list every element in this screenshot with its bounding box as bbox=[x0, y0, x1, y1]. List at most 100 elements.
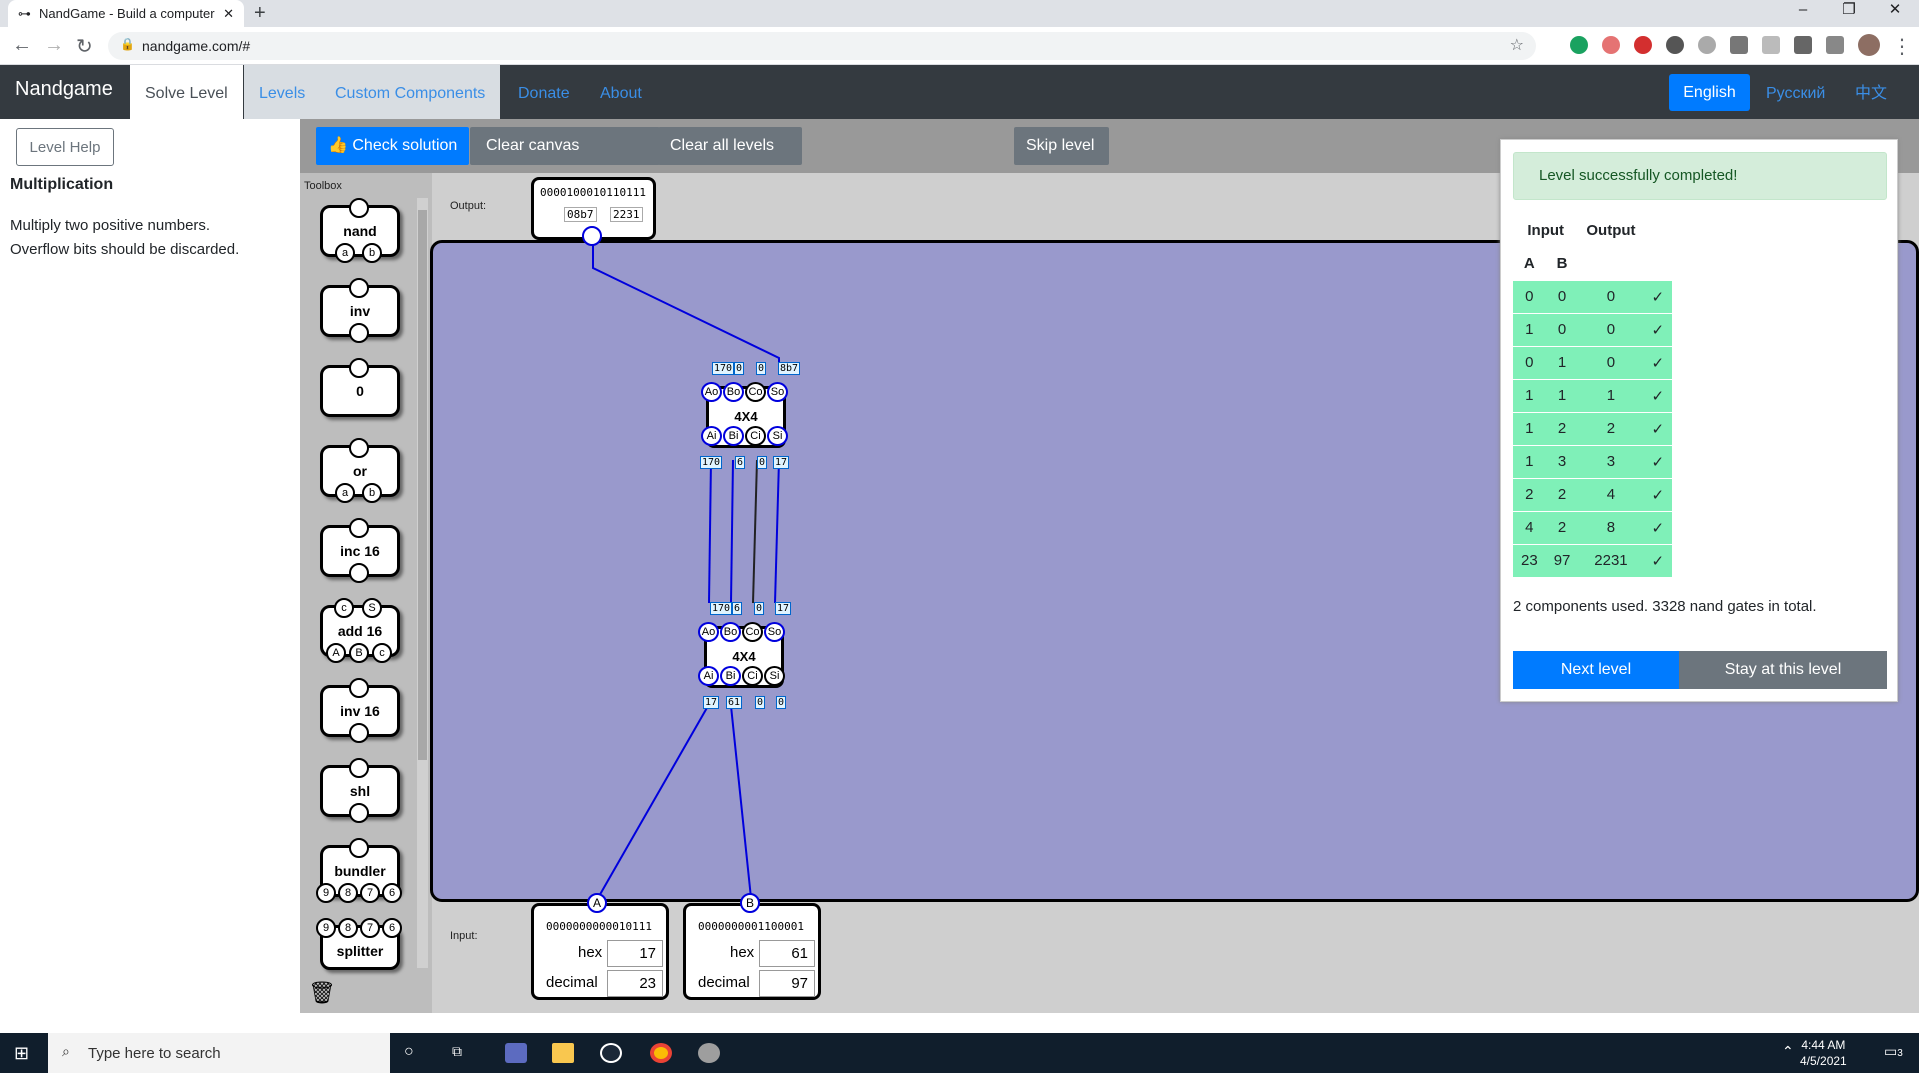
wire-b bbox=[730, 705, 752, 899]
check-icon: ✓ bbox=[1643, 378, 1673, 412]
next-level-button[interactable]: Next level bbox=[1513, 651, 1679, 689]
col-b-header: B bbox=[1556, 254, 1568, 272]
table-row: 0 0 0 ✓ bbox=[1513, 279, 1673, 313]
cell-output: 0 bbox=[1578, 279, 1644, 313]
table-row: 2 2 4 ✓ bbox=[1513, 477, 1673, 511]
cell-b: 2 bbox=[1545, 477, 1579, 511]
pin-co[interactable]: Co bbox=[745, 382, 766, 402]
decimal-label: decimal bbox=[698, 974, 750, 991]
cell-b: 3 bbox=[1545, 444, 1579, 478]
input-a-bits: 0000000000010111 bbox=[546, 920, 652, 933]
pin-ci[interactable]: Ci bbox=[742, 666, 763, 686]
input-b-hex-field[interactable]: 61 bbox=[759, 940, 815, 967]
wire-output bbox=[592, 238, 780, 372]
cell-output: 8 bbox=[1578, 510, 1644, 544]
stay-level-button[interactable]: Stay at this level bbox=[1679, 651, 1887, 689]
value-ai: 170 bbox=[700, 456, 723, 469]
success-alert: Level successfully completed! bbox=[1513, 152, 1887, 200]
value-co: 0 bbox=[756, 362, 767, 375]
taskbar-search-input[interactable]: ⌕ Type here to search bbox=[48, 1033, 390, 1073]
search-placeholder: Type here to search bbox=[88, 1044, 221, 1062]
pin-ao[interactable]: Ao bbox=[701, 382, 722, 402]
input-pin-b[interactable]: B bbox=[740, 893, 760, 913]
steam-icon[interactable] bbox=[600, 1043, 622, 1063]
value-bi: 6 bbox=[735, 456, 746, 469]
cell-a: 0 bbox=[1513, 279, 1546, 313]
value-si: 17 bbox=[773, 456, 790, 469]
windows-taskbar: ⊞ ⌕ Type here to search ○ ⧉ ⌃ 4:44 AM 4/… bbox=[0, 1033, 1919, 1073]
task-view-icon[interactable]: ⧉ bbox=[452, 1043, 474, 1063]
value-ai: 17 bbox=[703, 696, 720, 709]
shield-app-icon[interactable] bbox=[698, 1043, 720, 1063]
cortana-icon[interactable]: ○ bbox=[404, 1043, 426, 1063]
chrome-icon[interactable] bbox=[650, 1043, 672, 1063]
pin-bi[interactable]: Bi bbox=[723, 426, 744, 446]
usage-text: 2 components used. 3328 nand gates in to… bbox=[1513, 598, 1817, 615]
value-co: 0 bbox=[754, 602, 765, 615]
table-row: 1 1 1 ✓ bbox=[1513, 378, 1673, 412]
pin-si[interactable]: Si bbox=[767, 426, 788, 446]
wire-a bbox=[597, 705, 709, 899]
pin-si[interactable]: Si bbox=[764, 666, 785, 686]
input-b-decimal-field[interactable]: 97 bbox=[759, 970, 815, 997]
component-label: 4X4 bbox=[734, 409, 758, 424]
table-row: 4 2 8 ✓ bbox=[1513, 510, 1673, 544]
input-node-a: 0000000000010111 hex 17 decimal 23 bbox=[531, 903, 669, 1000]
value-ci: 0 bbox=[757, 456, 768, 469]
notification-icon[interactable]: ▭3 bbox=[1884, 1043, 1903, 1060]
cell-b: 97 bbox=[1545, 543, 1579, 577]
input-a-decimal-field[interactable]: 23 bbox=[607, 970, 663, 997]
windows-start-icon[interactable]: ⊞ bbox=[14, 1043, 29, 1064]
wire-carry bbox=[752, 459, 758, 604]
check-icon: ✓ bbox=[1643, 411, 1673, 445]
cell-b: 2 bbox=[1545, 510, 1579, 544]
clock-date: 4/5/2021 bbox=[1800, 1054, 1847, 1068]
truth-table-body: 0 0 0 ✓ 1 0 0 ✓ 0 1 0 ✓ 1 1 1 ✓ 1 2 2 ✓ 1 3 3 ✓ 2 2 4 ✓ 4 2 8 ✓ 23 97 2231… bbox=[1513, 279, 1673, 577]
pin-ci[interactable]: Ci bbox=[745, 426, 766, 446]
check-icon: ✓ bbox=[1643, 543, 1673, 577]
pin-so[interactable]: So bbox=[764, 622, 785, 642]
input-header: Input bbox=[1527, 222, 1565, 239]
pin-ai[interactable]: Ai bbox=[701, 426, 722, 446]
pin-bi[interactable]: Bi bbox=[720, 666, 741, 686]
tray-chevron-icon[interactable]: ⌃ bbox=[1782, 1043, 1794, 1060]
output-pin[interactable] bbox=[582, 226, 602, 246]
input-node-b: 0000000001100001 hex 61 decimal 97 bbox=[683, 903, 821, 1000]
wire-so bbox=[774, 459, 780, 604]
pin-ao[interactable]: Ao bbox=[698, 622, 719, 642]
file-explorer-icon[interactable] bbox=[552, 1043, 574, 1063]
app-icon[interactable] bbox=[505, 1043, 527, 1063]
pin-bo[interactable]: Bo bbox=[723, 382, 744, 402]
value-so: 17 bbox=[775, 602, 792, 615]
cell-a: 1 bbox=[1513, 444, 1546, 478]
cell-output: 2231 bbox=[1578, 543, 1644, 577]
value-ci: 0 bbox=[755, 696, 766, 709]
table-row: 1 0 0 ✓ bbox=[1513, 312, 1673, 346]
value-bo: 0 bbox=[734, 362, 745, 375]
component-label: 4X4 bbox=[732, 649, 756, 664]
value-si: 0 bbox=[776, 696, 787, 709]
table-row: 23 97 2231 ✓ bbox=[1513, 543, 1673, 577]
table-subheader-row: A B bbox=[1513, 247, 1672, 280]
truth-table: Input Output A B 0 0 0 ✓ 1 0 0 ✓ 0 1 0 ✓ 1 1 1 ✓ 1 2 2 ✓ 1 3 3… bbox=[1513, 214, 1673, 577]
pin-ai[interactable]: Ai bbox=[698, 666, 719, 686]
value-so: 8b7 bbox=[778, 362, 801, 375]
input-a-hex-field[interactable]: 17 bbox=[607, 940, 663, 967]
result-panel: Level successfully completed! Input Outp… bbox=[1500, 139, 1898, 702]
cell-b: 0 bbox=[1545, 279, 1579, 313]
check-icon: ✓ bbox=[1643, 477, 1673, 511]
cell-a: 23 bbox=[1513, 543, 1546, 577]
check-icon: ✓ bbox=[1643, 312, 1673, 346]
cell-a: 1 bbox=[1513, 411, 1546, 445]
output-header: Output bbox=[1586, 222, 1636, 239]
pin-co[interactable]: Co bbox=[742, 622, 763, 642]
system-clock[interactable]: 4:44 AM 4/5/2021 bbox=[1800, 1037, 1847, 1069]
pin-so[interactable]: So bbox=[767, 382, 788, 402]
notification-count: 3 bbox=[1897, 1048, 1903, 1059]
wire-ao bbox=[708, 459, 712, 604]
pin-bo[interactable]: Bo bbox=[720, 622, 741, 642]
check-icon: ✓ bbox=[1643, 279, 1673, 313]
input-pin-a[interactable]: A bbox=[587, 893, 607, 913]
check-icon: ✓ bbox=[1643, 345, 1673, 379]
check-icon: ✓ bbox=[1643, 510, 1673, 544]
